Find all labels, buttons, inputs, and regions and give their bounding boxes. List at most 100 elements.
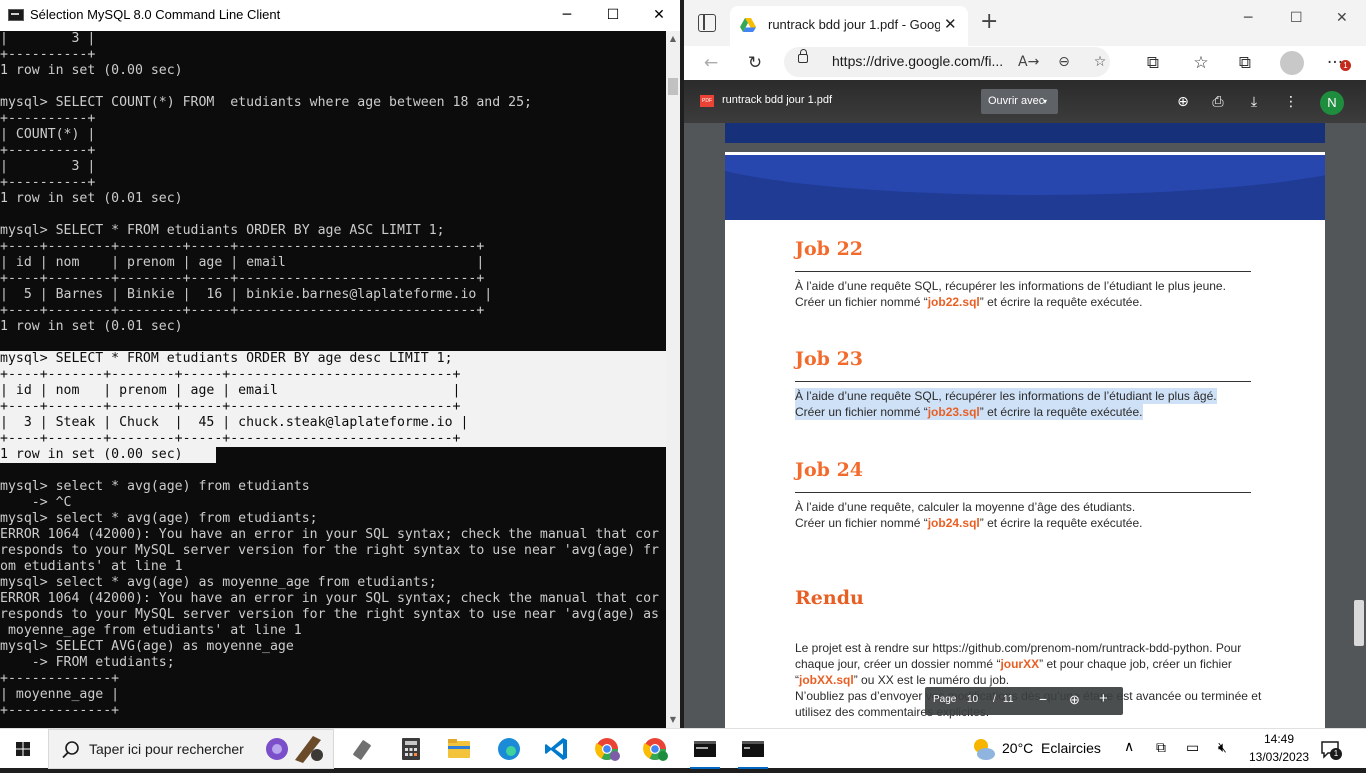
battery-icon[interactable]: ▭ bbox=[1186, 739, 1199, 756]
mysql-console-window[interactable]: Sélection MySQL 8.0 Command Line Client … bbox=[0, 0, 680, 728]
console-maximize-button[interactable]: ☐ bbox=[590, 0, 636, 31]
tab-actions-icon[interactable] bbox=[698, 14, 716, 32]
address-bar[interactable]: https://drive.google.com/fi... A→ ⊖ ☆ bbox=[784, 47, 1110, 77]
google-drive-icon bbox=[740, 18, 756, 32]
page-navigation-controls: Page 10 / 11 − ⊕ + bbox=[925, 687, 1123, 715]
add-favorite-icon[interactable]: ☆ bbox=[1090, 52, 1110, 72]
volume-muted-icon[interactable]: 🔇︎ bbox=[1218, 739, 1227, 756]
refresh-icon[interactable]: ↻ bbox=[744, 52, 766, 74]
clock-time[interactable]: 14:49 bbox=[1264, 732, 1294, 746]
console-line: +----+--------+--------+-----+----------… bbox=[0, 303, 485, 318]
console-line: | id | nom | prenom | age | email | bbox=[0, 255, 485, 270]
browser-maximize-button[interactable]: ☐ bbox=[1290, 10, 1303, 26]
console-line: -> FROM etudiants; bbox=[0, 655, 175, 670]
taskbar-edge[interactable] bbox=[486, 729, 532, 769]
taskbar-calculator[interactable] bbox=[388, 729, 434, 769]
zoom-in-button[interactable]: + bbox=[1099, 690, 1108, 707]
total-pages: 11 bbox=[1003, 694, 1014, 705]
job24-filename: job24.sql bbox=[927, 516, 980, 530]
console-line: mysql> select * avg(age) as moyenne_age … bbox=[0, 575, 437, 590]
job22-line2: Créer un fichier nommé “job22.sql” et éc… bbox=[795, 294, 1143, 310]
weather-partly-cloudy-icon[interactable] bbox=[970, 735, 998, 763]
console-line: +-------------+ bbox=[0, 703, 120, 718]
show-hidden-icons-chevron-up-icon[interactable]: ∧ bbox=[1124, 738, 1134, 755]
console-line: +----+-------+--------+-----+-----------… bbox=[0, 399, 666, 415]
add-shortcut-icon[interactable]: ⊕ bbox=[1173, 92, 1193, 112]
new-tab-button[interactable]: + bbox=[980, 11, 998, 33]
job24-line2-post: ” et écrire la requête exécutée. bbox=[979, 516, 1143, 530]
current-page-input[interactable]: 10 bbox=[967, 694, 978, 705]
start-button[interactable] bbox=[0, 729, 46, 769]
console-line: 1 row in set (0.01 sec) bbox=[0, 319, 183, 334]
favorites-icon[interactable]: ☆ bbox=[1190, 52, 1212, 74]
rendu-dirname: jourXX bbox=[1000, 657, 1040, 671]
pdf-viewer-header: PDF runtrack bdd jour 1.pdf Ouvrir avec … bbox=[684, 80, 1366, 123]
console-line: | 3 | bbox=[0, 159, 96, 174]
pdf-page[interactable]: Job 22 À l’aide d’une requête SQL, récup… bbox=[725, 152, 1325, 728]
rendu-heading: Rendu bbox=[795, 587, 864, 609]
console-line: mysql> SELECT * FROM etudiants ORDER BY … bbox=[0, 223, 445, 238]
taskbar-command-prompt[interactable] bbox=[730, 729, 776, 769]
scroll-up-arrow-icon[interactable]: ▲ bbox=[666, 31, 680, 47]
console-line: +----+--------+--------+-----+----------… bbox=[0, 239, 485, 254]
more-vert-icon[interactable]: ⋮ bbox=[1281, 92, 1301, 112]
scroll-down-arrow-icon[interactable]: ▼ bbox=[666, 712, 680, 728]
open-with-label: Ouvrir avec bbox=[988, 95, 1045, 107]
account-avatar[interactable]: N bbox=[1320, 91, 1344, 115]
edge-browser-window[interactable]: runtrack bdd jour 1.pdf - Google ✕ + ─ ☐… bbox=[684, 0, 1366, 728]
console-app-icon bbox=[8, 9, 24, 21]
notification-center-button[interactable]: 1 bbox=[1320, 739, 1342, 760]
console-line: om etudiants' at line 1 bbox=[0, 559, 183, 574]
rendu-p3-post: ” ou XX est le numéro du job. bbox=[853, 673, 1010, 687]
tab-runtrack-pdf[interactable]: runtrack bdd jour 1.pdf - Google ✕ bbox=[730, 6, 968, 46]
weather-temperature[interactable]: 20°C bbox=[1002, 740, 1033, 756]
weather-description[interactable]: Eclaircies bbox=[1041, 740, 1101, 756]
browser-minimize-button[interactable]: ─ bbox=[1244, 10, 1252, 26]
pdf-file-name: runtrack bdd jour 1.pdf bbox=[722, 94, 833, 106]
extensions-icon[interactable]: ⧉ bbox=[1142, 52, 1164, 74]
print-icon[interactable]: ⎙ bbox=[1208, 92, 1228, 112]
console-output[interactable]: | 3 | +----------+ 1 row in set (0.00 sec)… bbox=[0, 31, 666, 728]
console-scroll-thumb[interactable] bbox=[668, 78, 678, 95]
open-with-button[interactable]: Ouvrir avec ▾ bbox=[981, 89, 1058, 114]
taskbar-chrome-profile-1[interactable] bbox=[584, 729, 630, 769]
taskbar-usb-drive[interactable] bbox=[340, 729, 386, 769]
console-title-bar[interactable]: Sélection MySQL 8.0 Command Line Client … bbox=[0, 0, 680, 31]
taskbar-search-box[interactable]: Taper ici pour rechercher bbox=[48, 729, 334, 769]
job22-filename: job22.sql bbox=[927, 295, 980, 309]
download-icon[interactable]: ⤓ bbox=[1244, 92, 1264, 112]
console-close-button[interactable]: ✕ bbox=[636, 0, 682, 31]
zoom-icon[interactable]: ⊖ bbox=[1054, 52, 1074, 72]
tab-title: runtrack bdd jour 1.pdf - Google bbox=[768, 17, 940, 32]
back-arrow-icon[interactable]: ← bbox=[700, 52, 722, 74]
taskbar-vscode[interactable] bbox=[534, 729, 580, 769]
console-scrollbar[interactable]: ▲ ▼ bbox=[666, 31, 680, 728]
taskbar-mysql-client[interactable] bbox=[682, 729, 728, 769]
network-icon[interactable]: ⧉ bbox=[1156, 739, 1166, 756]
clock-date[interactable]: 13/03/2023 bbox=[1249, 750, 1309, 764]
windows-logo-icon bbox=[16, 742, 30, 756]
lock-icon[interactable] bbox=[798, 49, 808, 63]
tab-close-icon[interactable]: ✕ bbox=[944, 15, 957, 33]
address-url[interactable]: https://drive.google.com/fi... bbox=[832, 53, 1012, 69]
zoom-icon[interactable]: ⊕ bbox=[1069, 692, 1080, 708]
profile-avatar[interactable] bbox=[1280, 51, 1304, 75]
job24-line2: Créer un fichier nommé “job24.sql” et éc… bbox=[795, 515, 1143, 531]
taskbar-file-explorer[interactable] bbox=[436, 729, 482, 769]
console-line: responds to your MySQL server version fo… bbox=[0, 543, 659, 558]
console-line: +----+-------+--------+-----+-----------… bbox=[0, 367, 666, 383]
pdf-file-icon: PDF bbox=[700, 95, 714, 107]
browser-close-button[interactable]: ✕ bbox=[1336, 10, 1348, 26]
pdf-scroll-thumb[interactable] bbox=[1354, 600, 1364, 646]
console-minimize-button[interactable]: ─ bbox=[544, 0, 590, 31]
read-aloud-icon[interactable]: A→ bbox=[1018, 52, 1039, 72]
console-line: +----------+ bbox=[0, 111, 96, 126]
zoom-out-button[interactable]: − bbox=[1039, 691, 1047, 707]
collections-icon[interactable]: ⧉ bbox=[1234, 52, 1256, 74]
pdf-viewer[interactable]: Job 22 À l’aide d’une requête SQL, récup… bbox=[684, 80, 1366, 728]
console-line: 1 row in set (0.00 sec) bbox=[0, 447, 666, 463]
page-label: Page bbox=[933, 694, 957, 705]
rendu-p1: Le projet est à rendre sur https://githu… bbox=[795, 641, 1242, 655]
taskbar-chrome-profile-2[interactable] bbox=[632, 729, 678, 769]
